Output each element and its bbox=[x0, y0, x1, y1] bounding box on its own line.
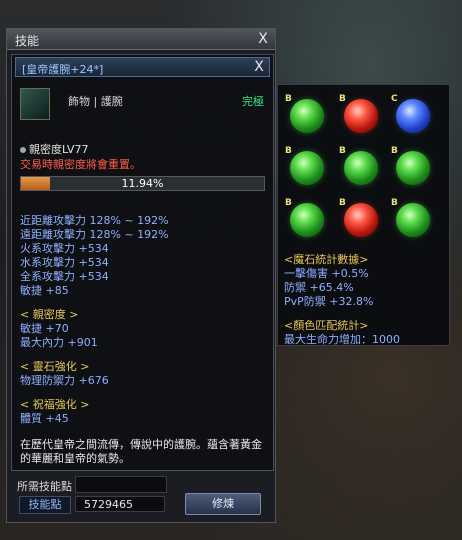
close-icon[interactable]: X bbox=[251, 59, 267, 75]
gem-grade-label: B bbox=[339, 94, 346, 104]
stat-line: 體質 +45 bbox=[20, 412, 69, 425]
progress-text: 11.94% bbox=[121, 177, 164, 190]
skill-window-title: 技能 bbox=[15, 34, 40, 48]
gem-grade-label: B bbox=[285, 198, 292, 208]
item-description: 在歷代皇帝之間流傳，傳說中的護腕。蘊含著黃金的華麗和皇帝的氣勢。 bbox=[20, 438, 262, 465]
gem-grade-label: B bbox=[391, 146, 398, 156]
green-gem-icon[interactable] bbox=[344, 151, 378, 185]
intimacy-progress-bar: 11.94% bbox=[20, 176, 265, 191]
requirement: 親密度LV77 bbox=[20, 141, 88, 157]
gem-grade-label: B bbox=[339, 198, 346, 208]
gem-grade-label: B bbox=[339, 146, 346, 156]
green-gem-icon[interactable] bbox=[290, 151, 324, 185]
item-grade: 完極 bbox=[242, 95, 264, 108]
bracer-icon bbox=[20, 88, 50, 120]
requirement-text: 親密度LV77 bbox=[29, 143, 89, 156]
skill-points-button[interactable]: 技能點 bbox=[19, 496, 71, 514]
gem-panel: BBCBBBBBB <魔石統計數據> 一擊傷害 +0.5% 防禦 +65.4% … bbox=[277, 84, 450, 346]
green-gem-icon[interactable] bbox=[290, 99, 324, 133]
gem-grade-label: B bbox=[285, 94, 292, 104]
close-icon[interactable]: X bbox=[255, 31, 271, 47]
gem-grade-label: B bbox=[391, 198, 398, 208]
green-gem-icon[interactable] bbox=[290, 203, 324, 237]
gem-grade-label: C bbox=[391, 94, 398, 104]
gem-stat-line: PvP防禦 +32.8% bbox=[284, 295, 374, 308]
requirement-icon bbox=[20, 147, 26, 153]
green-gem-icon[interactable] bbox=[396, 203, 430, 237]
blue-gem-icon[interactable] bbox=[396, 99, 430, 133]
stat-line: 敏捷 +85 bbox=[20, 284, 69, 297]
trade-warning: 交易時親密度將會重置。 bbox=[20, 158, 141, 171]
stat-line: 最大內力 +901 bbox=[20, 336, 98, 349]
required-points-label: 所需技能點 bbox=[17, 480, 72, 493]
red-gem-icon[interactable] bbox=[344, 203, 378, 237]
item-type: 飾物 | 護腕 bbox=[68, 95, 123, 108]
color-match-line: 最大生命力增加：1000 bbox=[284, 333, 400, 346]
train-button[interactable]: 修煉 bbox=[185, 493, 261, 515]
green-gem-icon[interactable] bbox=[396, 151, 430, 185]
item-name: [皇帝護腕+24*] bbox=[22, 63, 104, 76]
skill-points-value: 5729465 bbox=[75, 496, 165, 512]
item-tooltip: [皇帝護腕+24*] X 飾物 | 護腕 完極 親密度LV77 交易時親密度將會… bbox=[11, 54, 274, 471]
tooltip-header: [皇帝護腕+24*] X bbox=[15, 57, 270, 77]
stat-line: 物理防禦力 +676 bbox=[20, 374, 109, 387]
skill-window-titlebar[interactable]: 技能 X bbox=[7, 29, 275, 50]
required-points-field bbox=[75, 476, 167, 493]
red-gem-icon[interactable] bbox=[344, 99, 378, 133]
gem-grade-label: B bbox=[285, 146, 292, 156]
